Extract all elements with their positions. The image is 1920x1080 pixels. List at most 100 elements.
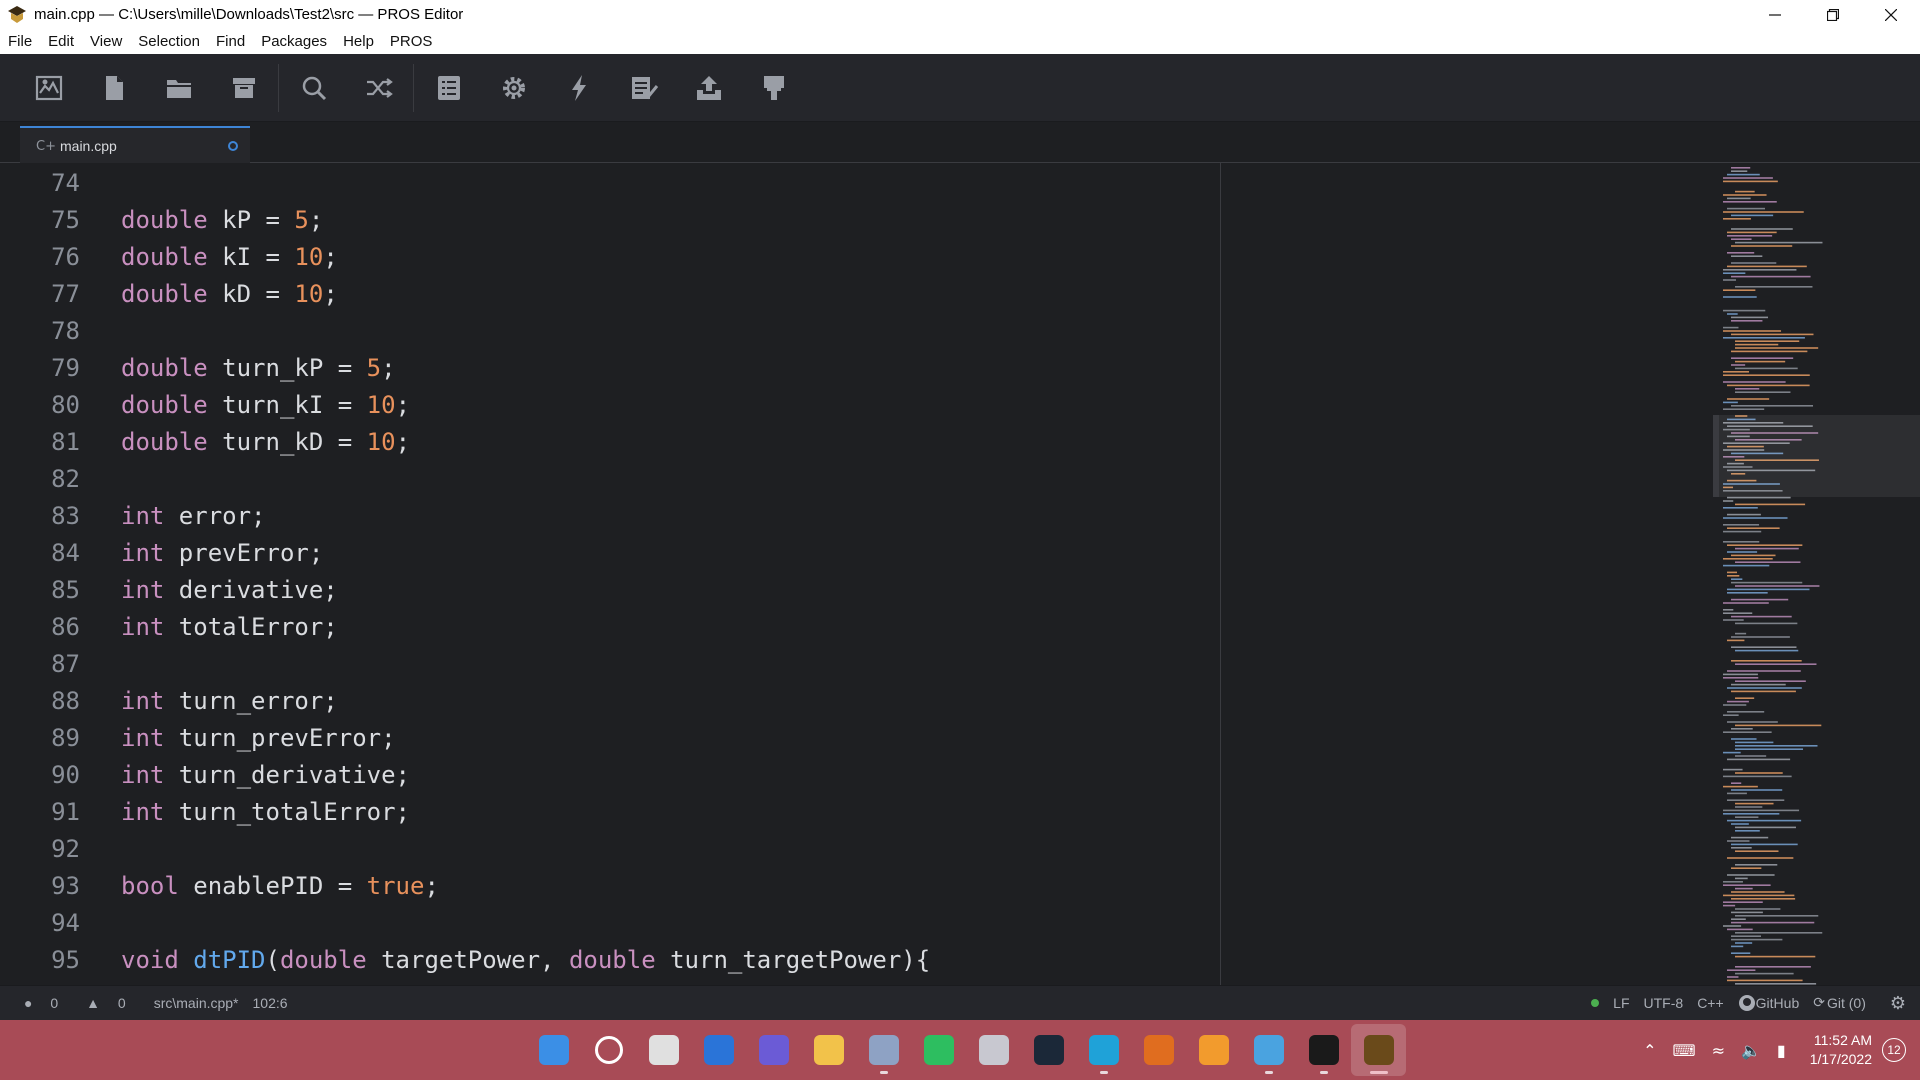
fusion-taskbar-button[interactable] — [1186, 1024, 1241, 1076]
code-line[interactable]: int turn_prevError; — [121, 720, 396, 757]
archive-button[interactable] — [211, 58, 276, 118]
widgets-taskbar-button[interactable] — [691, 1024, 746, 1076]
teams-chat-icon — [758, 1035, 789, 1065]
minimap[interactable] — [1713, 163, 1920, 985]
project-button[interactable] — [16, 58, 81, 118]
volume-icon[interactable]: 🔈 — [1741, 1041, 1761, 1060]
keyboard-icon[interactable]: ⌨ — [1672, 1041, 1695, 1060]
settings-gear-icon — [502, 76, 525, 99]
minimap-line — [1735, 915, 1819, 917]
menu-pros[interactable]: PROS — [382, 29, 441, 54]
modified-indicator-icon[interactable] — [228, 140, 238, 151]
battery-icon[interactable]: ▮ — [1777, 1041, 1786, 1060]
scrollbar-thumb[interactable] — [1713, 415, 1719, 497]
menu-file[interactable]: File — [0, 29, 40, 54]
start-taskbar-button[interactable] — [526, 1024, 581, 1076]
pros-editor-taskbar-button[interactable] — [1351, 1024, 1406, 1076]
chevron-up-icon[interactable]: ⌃ — [1643, 1041, 1656, 1060]
minimap-line — [1735, 932, 1823, 934]
menu-packages[interactable]: Packages — [253, 29, 335, 54]
settings-app-taskbar-button[interactable] — [856, 1024, 911, 1076]
stock-chart-taskbar-button[interactable] — [1296, 1024, 1351, 1076]
open-folder-button[interactable] — [146, 58, 211, 118]
teams-chat-taskbar-button[interactable] — [746, 1024, 801, 1076]
code-token: 10 — [366, 428, 396, 456]
code-line[interactable]: int derivative; — [121, 572, 338, 609]
code-token: 5 — [294, 206, 309, 234]
edge-taskbar-button[interactable] — [1076, 1024, 1131, 1076]
wifi-icon[interactable]: ≈ — [1712, 1041, 1725, 1060]
code-line[interactable]: int turn_error; — [121, 683, 338, 720]
task-view-taskbar-button[interactable] — [636, 1024, 691, 1076]
code-line[interactable]: double kD = 10; — [121, 276, 338, 313]
minimap-line — [1731, 275, 1811, 278]
cursor-position[interactable]: 102:6 — [253, 995, 288, 1011]
minimize-button[interactable] — [1746, 0, 1804, 29]
code-line[interactable]: int turn_derivative; — [121, 757, 410, 794]
code-line[interactable]: int totalError; — [121, 609, 338, 646]
menu-help[interactable]: Help — [335, 29, 382, 54]
minimap-line — [1723, 612, 1753, 614]
code-line[interactable]: int error; — [121, 498, 266, 535]
file-explorer-taskbar-button[interactable] — [801, 1024, 856, 1076]
menu-view[interactable]: View — [82, 29, 130, 54]
close-button[interactable] — [1862, 0, 1920, 29]
code-line[interactable]: bool enablePID = true; — [121, 868, 439, 905]
minimap-line — [1723, 289, 1756, 291]
clock[interactable]: 11:52 AM 1/17/2022 — [1810, 1031, 1872, 1069]
menu-edit[interactable]: Edit — [40, 29, 82, 54]
grammar[interactable]: C++ — [1697, 995, 1723, 1011]
shuffle-button[interactable] — [346, 58, 411, 118]
minimap-viewport[interactable] — [1713, 415, 1920, 497]
evernote-taskbar-button[interactable] — [911, 1024, 966, 1076]
checklist-button[interactable] — [611, 58, 676, 118]
minimap-line — [1731, 683, 1786, 686]
file-path[interactable]: src\main.cpp* — [154, 995, 239, 1011]
tab-main-cpp[interactable]: C+ main.cpp — [20, 126, 250, 163]
code-line[interactable]: double kI = 10; — [121, 239, 338, 276]
menu-selection[interactable]: Selection — [130, 29, 208, 54]
new-file-button[interactable] — [81, 58, 146, 118]
code-line[interactable]: double turn_kI = 10; — [121, 387, 410, 424]
minimap-line — [1727, 513, 1761, 516]
code-token: ; — [323, 243, 338, 271]
search-taskbar-button[interactable] — [581, 1024, 636, 1076]
restore-icon — [1827, 8, 1839, 21]
line-number: 91 — [51, 798, 80, 826]
minimap-line — [1723, 194, 1767, 196]
minimap-line — [1735, 966, 1811, 968]
code-token: int — [121, 539, 165, 567]
code-editor[interactable]: 74 75 76 77 78 79 80 81 82 83 84 85 86 87 88 89 90 91 92 93… — [0, 163, 1920, 985]
disc-taskbar-button[interactable] — [966, 1024, 1021, 1076]
minimap-line — [1727, 758, 1791, 761]
code-line[interactable]: void dtPID(double targetPower, double tu… — [121, 942, 930, 979]
code-line[interactable]: double turn_kD = 10; — [121, 424, 410, 461]
errors-indicator[interactable]: ● 0 — [24, 995, 72, 1011]
code-line[interactable]: double turn_kP = 5; — [121, 350, 396, 387]
line-ending[interactable]: LF — [1613, 995, 1629, 1011]
stock-chart-icon — [1308, 1035, 1339, 1065]
notification-badge[interactable]: 12 — [1882, 1038, 1906, 1062]
minimap-line — [1731, 615, 1792, 618]
notepad-taskbar-button[interactable] — [1241, 1024, 1296, 1076]
search-button[interactable] — [281, 58, 346, 118]
build-lightning-button[interactable] — [546, 58, 611, 118]
code-line[interactable]: int turn_totalError; — [121, 794, 410, 831]
git-button[interactable]: ⟳ Git (0) — [1813, 995, 1866, 1011]
matlab-taskbar-button[interactable] — [1131, 1024, 1186, 1076]
restore-button[interactable] — [1804, 0, 1862, 29]
paint-roller-button[interactable] — [741, 58, 806, 118]
menu-find[interactable]: Find — [208, 29, 253, 54]
encoding[interactable]: UTF-8 — [1644, 995, 1684, 1011]
minimap-line — [1727, 792, 1747, 795]
status-settings-gear-icon[interactable]: ⚙ — [1890, 993, 1906, 1014]
code-line[interactable]: int prevError; — [121, 535, 323, 572]
code-line[interactable]: double kP = 5; — [121, 202, 323, 239]
running-indicator — [1264, 1071, 1273, 1074]
warnings-indicator[interactable]: ▲ 0 — [86, 995, 140, 1011]
steam-taskbar-button[interactable] — [1021, 1024, 1076, 1076]
settings-button[interactable] — [481, 58, 546, 118]
list-button[interactable] — [416, 58, 481, 118]
upload-button[interactable] — [676, 58, 741, 118]
github-button[interactable]: GitHub — [1738, 994, 1799, 1012]
